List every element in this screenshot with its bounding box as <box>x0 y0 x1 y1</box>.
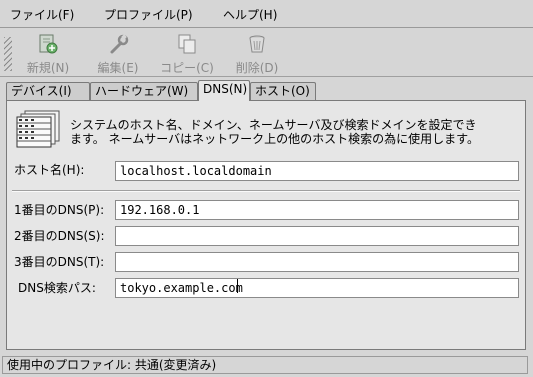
tab-dns[interactable]: DNS(N) <box>198 80 250 101</box>
menu-file[interactable]: ファイル(F) <box>8 7 76 23</box>
toolbar: 新規(N) 編集(E) コピー(C) 削除(D) <box>0 29 533 77</box>
menu-profile[interactable]: プロファイル(P) <box>102 7 195 23</box>
hostname-label: ホスト名(H): <box>14 163 85 177</box>
status-bar: 使用中のプロファイル: 共通(変更済み) <box>2 356 528 374</box>
copy-button[interactable]: コピー(C) <box>157 31 217 75</box>
dns3-field[interactable] <box>115 252 519 272</box>
dns-table-icon <box>16 110 60 148</box>
dns2-field[interactable] <box>115 226 519 246</box>
text-caret <box>237 279 238 293</box>
copy-icon <box>178 34 196 54</box>
description-line-2: ます。 ネームサーバはネットワーク上の他のホスト検索の為に使用します。 <box>70 132 479 146</box>
hostname-field[interactable]: localhost.localdomain <box>115 161 519 181</box>
edit-button[interactable]: 編集(E) <box>88 31 148 75</box>
toolbar-grip[interactable] <box>4 37 12 71</box>
tab-bar: デバイス(I) ハードウェア(W) DNS(N) ホスト(O) <box>6 80 526 101</box>
dns3-label: 3番目のDNS(T): <box>14 255 105 269</box>
wrench-icon <box>110 34 129 54</box>
tab-hardware[interactable]: ハードウェア(W) <box>90 82 198 101</box>
trash-icon <box>249 35 265 53</box>
menubar: ファイル(F) プロファイル(P) ヘルプ(H) <box>0 0 533 28</box>
delete-button[interactable]: 削除(D) <box>227 31 287 75</box>
tab-hosts[interactable]: ホスト(O) <box>250 82 316 101</box>
description-line-1: システムのホスト名、ドメイン、ネームサーバ及び検索ドメインを設定でき <box>70 118 477 132</box>
delete-label: 削除(D) <box>235 61 279 75</box>
dns1-label: 1番目のDNS(P): <box>14 203 105 217</box>
status-text: 使用中のプロファイル: 共通(変更済み) <box>7 358 217 372</box>
separator <box>12 190 520 192</box>
copy-label: コピー(C) <box>160 61 214 75</box>
dns1-field[interactable]: 192.168.0.1 <box>115 200 519 220</box>
new-label: 新規(N) <box>26 61 70 75</box>
new-icon <box>39 34 58 54</box>
dns-description: システムのホスト名、ドメイン、ネームサーバ及び検索ドメインを設定でき ます。 ネ… <box>70 118 479 146</box>
edit-label: 編集(E) <box>97 61 139 75</box>
search-path-label: DNS検索パス: <box>18 281 96 295</box>
dns2-label: 2番目のDNS(S): <box>14 229 105 243</box>
tab-devices[interactable]: デバイス(I) <box>6 82 90 101</box>
search-path-field[interactable]: tokyo.example.com <box>115 278 519 298</box>
new-button[interactable]: 新規(N) <box>18 31 78 75</box>
menu-help[interactable]: ヘルプ(H) <box>221 7 279 23</box>
